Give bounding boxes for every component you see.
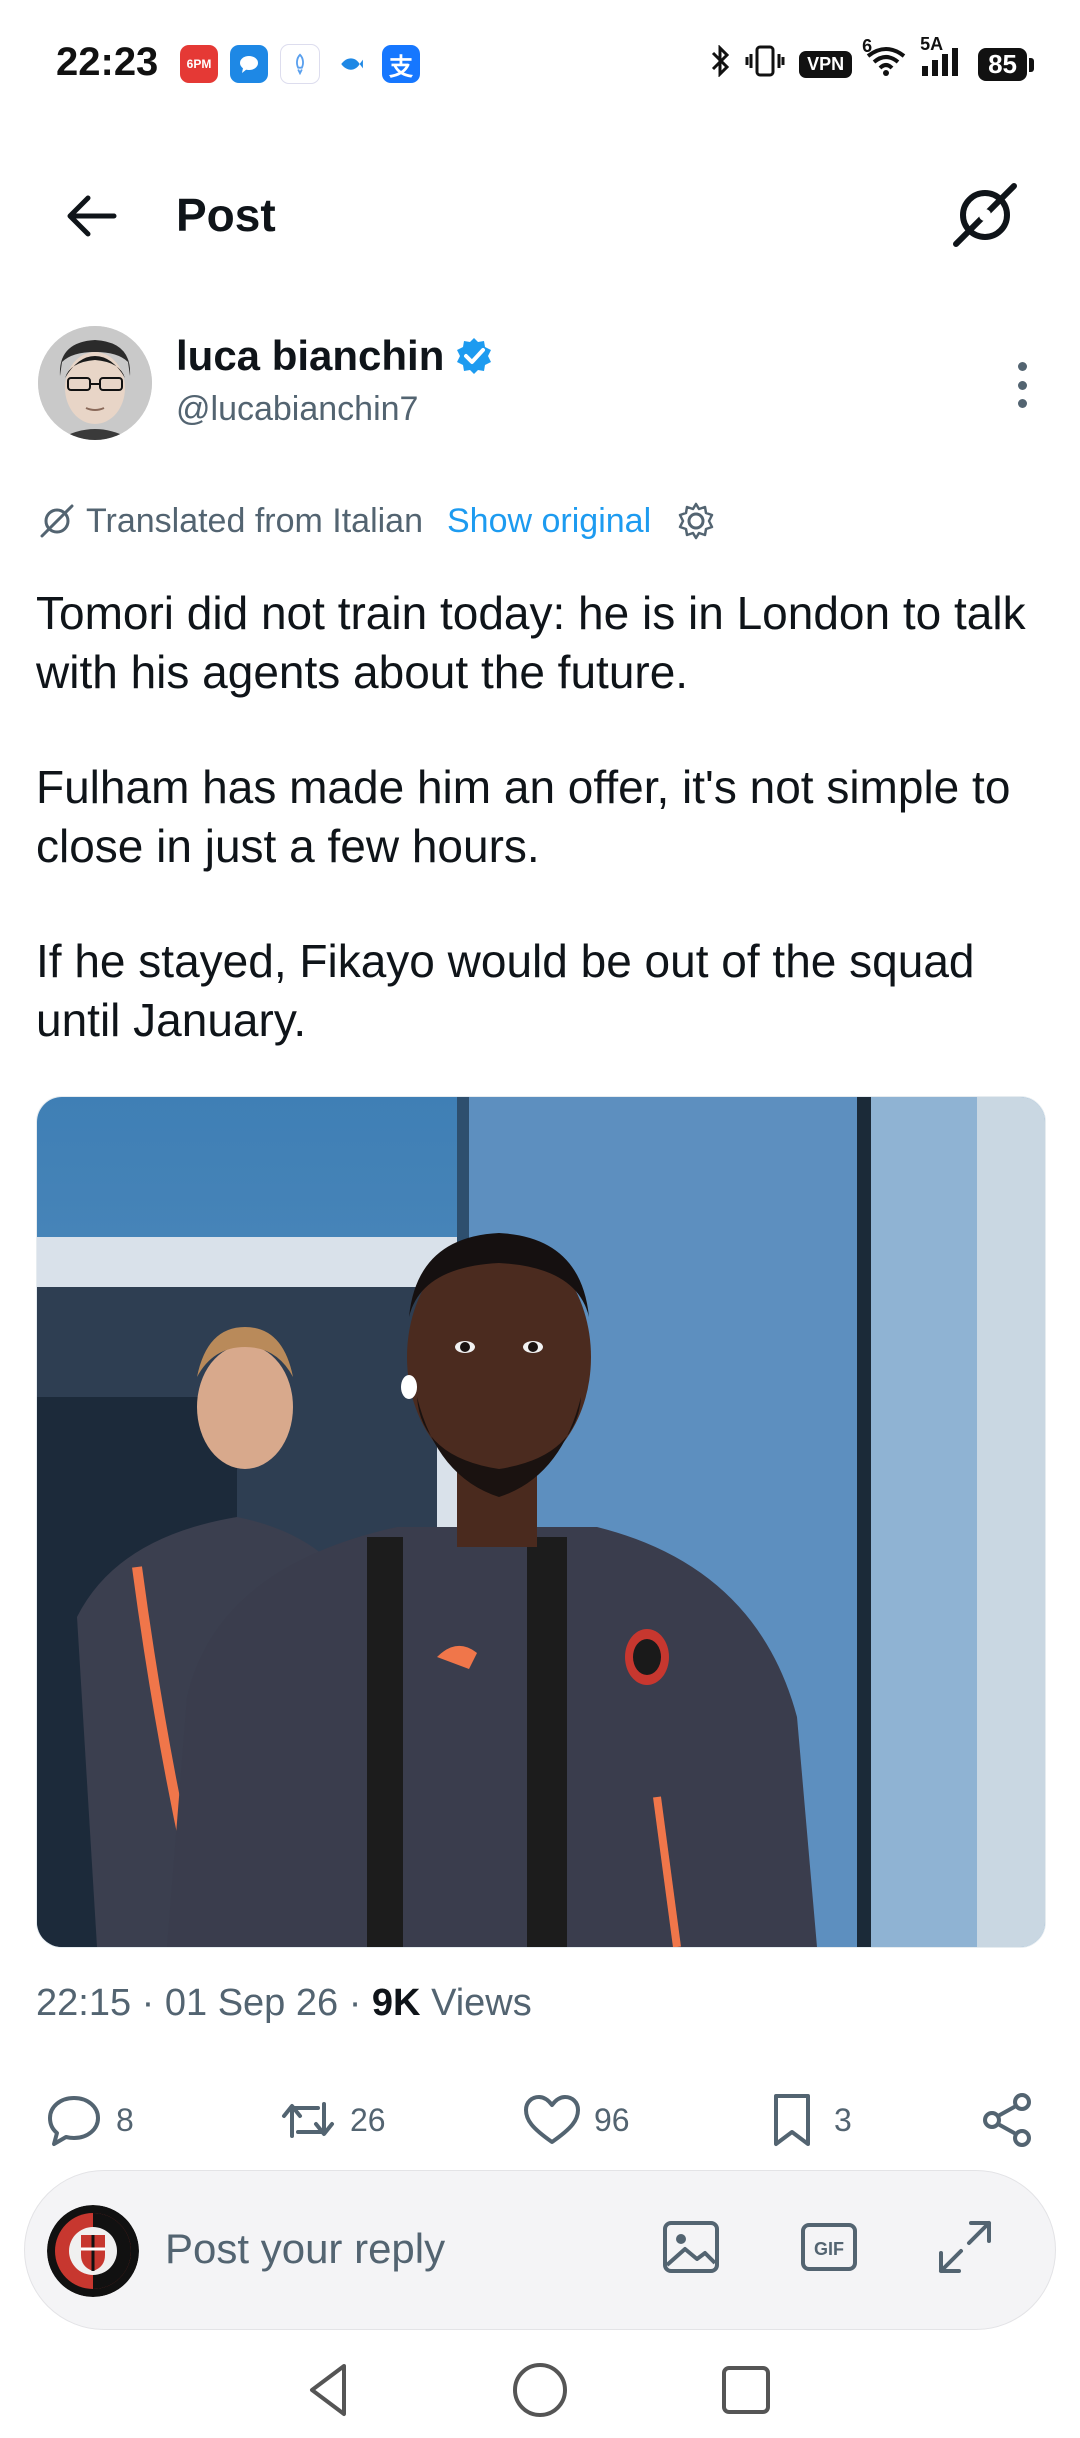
grok-translate-icon (40, 504, 74, 538)
views-count: 9K (371, 1982, 421, 2024)
page-title: Post (176, 189, 276, 241)
bookmark-count: 3 (834, 2101, 852, 2138)
post-header: Post (0, 160, 1080, 270)
arrow-left-icon (67, 195, 117, 237)
post-time: 22:15 (36, 1982, 132, 2024)
reply-button[interactable]: 8 (44, 2090, 134, 2150)
post-date: 01 Sep 26 (164, 1982, 339, 2024)
reply-composer: Post your reply GIF (24, 2170, 1056, 2330)
nav-back-button[interactable] (298, 2358, 362, 2422)
views-label[interactable]: Views (431, 1982, 532, 2024)
gif-button[interactable]: GIF (795, 2213, 863, 2281)
share-icon (983, 2093, 1031, 2147)
comment-icon (48, 2096, 100, 2146)
alipay-icon: 支 (382, 45, 420, 83)
user-avatar[interactable] (47, 2205, 139, 2297)
status-time: 22:23 (56, 40, 159, 84)
like-button[interactable]: 96 (522, 2090, 630, 2150)
bluetooth-icon (709, 44, 731, 84)
wifi-icon: 6 (862, 36, 906, 83)
post-paragraph: Tomori did not train today: he is in Lon… (36, 587, 1026, 698)
gif-icon: GIF (801, 2223, 857, 2271)
reply-count: 8 (116, 2101, 134, 2138)
nav-recents-button[interactable] (714, 2358, 778, 2422)
author-avatar[interactable] (38, 326, 152, 440)
post-text: Tomori did not train today: he is in Lon… (36, 584, 1046, 1106)
grok-button[interactable] (948, 178, 1022, 252)
repost-icon (282, 2102, 334, 2138)
share-button[interactable] (978, 2090, 1038, 2150)
translation-label: Translated from Italian (86, 501, 423, 540)
more-options-button[interactable] (1012, 362, 1032, 408)
repost-count: 26 (350, 2101, 386, 2138)
author-handle[interactable]: @lucabianchin7 (176, 390, 418, 429)
svg-text:GIF: GIF (814, 2239, 844, 2259)
vibrate-icon (745, 44, 785, 85)
triangle-back-icon (310, 2364, 346, 2416)
circle-home-icon (513, 2363, 567, 2417)
image-icon (663, 2221, 719, 2273)
rocket-icon (280, 44, 320, 84)
verified-badge-icon (457, 338, 492, 374)
post-meta: 22:15 · 01 Sep 26 · 9K Views (36, 1982, 532, 2024)
post-image[interactable] (36, 1096, 1046, 1948)
square-recents-icon (722, 2366, 770, 2414)
expand-icon (939, 2221, 991, 2273)
system-navigation-bar (0, 2340, 1080, 2438)
6pm-app-icon: 6PM (180, 45, 218, 83)
image-button[interactable] (657, 2213, 725, 2281)
chat-bubble-icon (230, 45, 268, 83)
post-author: luca bianchin @lucabianchin7 (38, 322, 1042, 452)
author-name[interactable]: luca bianchin (176, 332, 494, 380)
cell-signal-icon: 5A (920, 34, 964, 83)
heart-icon (524, 2095, 580, 2144)
notification-icons: 6PM 支 (180, 44, 420, 84)
photo-player-walking (37, 1097, 1045, 1947)
post-paragraph: If he stayed, Fikayo would be out of the… (36, 935, 975, 1046)
nav-home-button[interactable] (508, 2358, 572, 2422)
vpn-badge: VPN (799, 51, 853, 78)
show-original-link[interactable]: Show original (447, 502, 651, 541)
back-button[interactable] (60, 184, 124, 248)
post-paragraph: Fulham has made him an offer, it's not s… (36, 761, 1011, 872)
fish-app-icon (332, 45, 370, 83)
repost-button[interactable]: 26 (278, 2090, 386, 2150)
battery-icon: 85 (978, 48, 1034, 81)
status-bar: 22:23 6PM 支 VPN 6 5A 85 (0, 0, 1080, 130)
reply-input[interactable]: Post your reply (165, 2225, 445, 2273)
post-actions: 8 26 96 3 (0, 2090, 1080, 2162)
expand-button[interactable] (931, 2213, 999, 2281)
translation-bar: Translated from Italian Show original (38, 500, 717, 542)
bookmark-button[interactable]: 3 (762, 2090, 852, 2150)
system-status-icons: VPN 6 5A 85 (709, 34, 1034, 85)
bookmark-icon (774, 2094, 810, 2146)
grok-icon (953, 183, 1017, 247)
like-count: 96 (594, 2101, 630, 2138)
gear-icon[interactable] (675, 500, 717, 542)
